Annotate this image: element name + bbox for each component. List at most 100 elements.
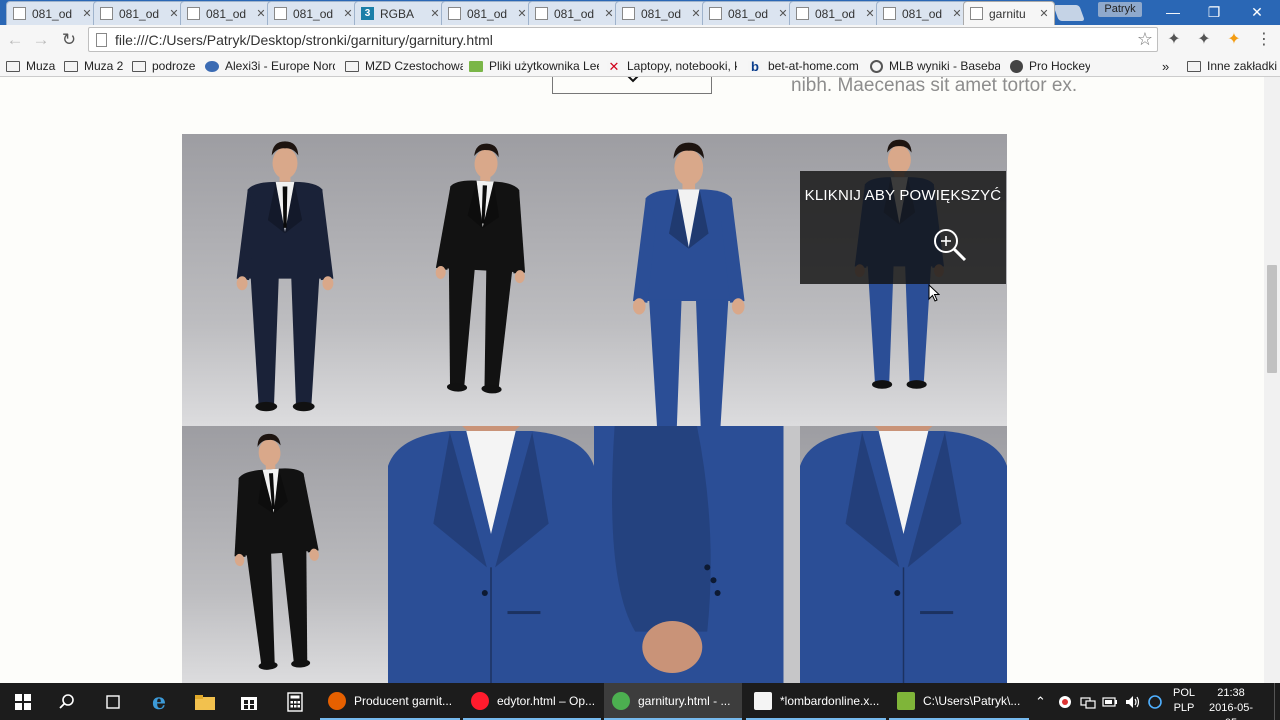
task-view-icon[interactable] — [90, 683, 136, 720]
bookmark-star-icon[interactable]: ☆ — [1137, 29, 1153, 50]
overlay-caption: KLIKNIJ ABY POWIĘKSZYĆ — [804, 187, 1002, 204]
tab-9[interactable]: 081_od ✕ — [789, 1, 881, 25]
tab-2[interactable]: 081_od ✕ — [180, 1, 272, 25]
bookmark-item[interactable]: Muza — [6, 58, 58, 74]
network-icon[interactable] — [1080, 683, 1096, 720]
close-tab-icon[interactable]: ✕ — [516, 7, 528, 20]
close-tab-icon[interactable]: ✕ — [864, 7, 876, 20]
document-icon — [13, 7, 26, 20]
close-tab-icon[interactable]: ✕ — [81, 7, 93, 20]
back-icon[interactable]: ← — [4, 29, 26, 51]
address-bar[interactable]: file:///C:/Users/Patryk/Desktop/stronki/… — [88, 27, 1158, 52]
opera-icon — [471, 691, 489, 710]
bookmark-item[interactable]: podroze — [132, 58, 198, 74]
bookmark-label: Muza — [26, 59, 56, 73]
page-viewport: nibh. Maecenas sit amet tortor ex. KLIKN… — [0, 77, 1264, 683]
close-tab-icon[interactable]: ✕ — [690, 7, 702, 20]
taskbar-app[interactable]: edytor.html – Op... — [463, 683, 601, 720]
gallery-tile[interactable] — [388, 426, 594, 683]
close-tab-icon[interactable]: ✕ — [255, 7, 267, 20]
tab-label: 081_od — [815, 6, 856, 21]
gallery-tile[interactable] — [594, 426, 800, 683]
close-tab-icon[interactable]: ✕ — [342, 7, 354, 20]
extension-icon[interactable]: ✦ — [1224, 30, 1244, 50]
taskbar-app[interactable]: garnitury.html - ... — [604, 683, 742, 720]
show-desktop-button[interactable] — [1274, 683, 1280, 720]
close-tab-icon[interactable]: ✕ — [168, 7, 180, 20]
expand-button[interactable] — [552, 77, 712, 94]
suit-photo — [182, 426, 388, 683]
tab-11[interactable]: garnitu ✕ — [963, 1, 1055, 25]
edge-tray-icon[interactable] — [1148, 683, 1164, 720]
language-indicator[interactable]: POL PLP — [1170, 686, 1198, 716]
gallery-tile[interactable] — [388, 134, 594, 426]
zoom-overlay[interactable]: KLIKNIJ ABY POWIĘKSZYĆ — [800, 171, 1006, 284]
bookmark-item[interactable]: b bet-at-home.com — [748, 58, 862, 74]
close-tab-icon[interactable]: ✕ — [429, 7, 441, 20]
search-icon[interactable] — [44, 683, 90, 720]
close-tab-icon[interactable]: ✕ — [777, 7, 789, 20]
suit-photo — [388, 134, 594, 426]
new-tab-button[interactable] — [1053, 5, 1085, 21]
document-icon — [796, 7, 809, 20]
taskbar-app[interactable]: *lombardonline.x... — [746, 683, 886, 720]
bookmark-item[interactable]: Muza 2 — [64, 58, 124, 74]
clock[interactable]: 21:38 2016-05-05 — [1208, 686, 1254, 720]
tab-0[interactable]: 081_od ✕ — [6, 1, 98, 25]
chevron-up-icon[interactable]: ⌃ — [1035, 683, 1051, 720]
store-icon[interactable] — [226, 683, 272, 720]
bookmarks-overflow-icon[interactable]: » — [1162, 58, 1176, 74]
extension-puzzle-icon[interactable]: ✦ — [1164, 30, 1184, 50]
scrollbar-thumb[interactable] — [1267, 265, 1277, 373]
bookmark-item[interactable]: MLB wyniki - Basebal — [870, 58, 1000, 74]
gallery-tile[interactable] — [594, 134, 800, 426]
battery-icon[interactable] — [1102, 683, 1118, 720]
forward-icon[interactable]: → — [30, 29, 52, 51]
bookmark-label: Laptopy, notebooki, k — [627, 59, 737, 73]
extension-puzzle-icon[interactable]: ✦ — [1194, 30, 1214, 50]
tab-5[interactable]: 081_od ✕ — [441, 1, 533, 25]
tab-6[interactable]: 081_od ✕ — [528, 1, 620, 25]
close-window-icon[interactable]: ✕ — [1236, 0, 1278, 24]
bookmark-item[interactable]: MZD Czestochowa — [345, 58, 463, 74]
windows-start-icon[interactable] — [0, 683, 46, 720]
close-tab-icon[interactable]: ✕ — [951, 7, 963, 20]
bookmark-item[interactable]: Alexi3i - Europe Nord — [205, 58, 335, 74]
bookmark-item[interactable]: Pro Hockey — [1010, 58, 1090, 74]
folder-icon — [1187, 60, 1201, 72]
profile-button[interactable]: Patryk — [1098, 2, 1142, 17]
gallery-tile[interactable] — [800, 426, 1007, 683]
bookmark-item[interactable]: Pliki użytkownika Lee — [469, 58, 599, 74]
file-explorer-icon[interactable] — [182, 683, 228, 720]
taskbar-app[interactable]: C:\Users\Patryk\... — [889, 683, 1029, 720]
volume-icon[interactable] — [1125, 683, 1141, 720]
minimize-icon[interactable]: — — [1152, 0, 1194, 24]
calculator-icon[interactable] — [272, 683, 318, 720]
close-tab-icon[interactable]: ✕ — [603, 7, 615, 20]
tab-3[interactable]: 081_od ✕ — [267, 1, 359, 25]
scrollbar[interactable] — [1264, 77, 1280, 683]
gallery-tile[interactable] — [182, 426, 388, 683]
menu-icon[interactable]: ⋮ — [1254, 30, 1274, 50]
edge-icon[interactable]: e — [136, 683, 182, 720]
reload-icon[interactable]: ↻ — [58, 29, 80, 51]
tab-1[interactable]: 081_od ✕ — [93, 1, 185, 25]
gallery-tile[interactable]: KLIKNIJ ABY POWIĘKSZYĆ — [800, 134, 1007, 426]
bookmark-label: Pro Hockey — [1029, 59, 1090, 73]
tab-8[interactable]: 081_od ✕ — [702, 1, 794, 25]
restore-icon[interactable]: ❐ — [1193, 0, 1235, 24]
alexi-icon — [205, 60, 219, 72]
url-text[interactable]: file:///C:/Users/Patryk/Desktop/stronki/… — [115, 32, 1137, 48]
b-icon: b — [748, 60, 762, 73]
taskbar-app[interactable]: Producent garnit... — [320, 683, 460, 720]
gallery-tile[interactable] — [182, 134, 388, 426]
tab-10[interactable]: 081_od ✕ — [876, 1, 968, 25]
green-icon — [469, 60, 483, 72]
close-tab-icon[interactable]: ✕ — [1038, 7, 1050, 20]
bookmark-item[interactable]: ✕ Laptopy, notebooki, k — [607, 58, 737, 74]
tray-app-icon[interactable] — [1058, 683, 1074, 720]
bookmark-label: Alexi3i - Europe Nord — [225, 59, 335, 73]
other-bookmarks[interactable]: Inne zakładki — [1187, 58, 1277, 74]
tab-4[interactable]: 3 RGBA ✕ — [354, 1, 446, 25]
tab-7[interactable]: 081_od ✕ — [615, 1, 707, 25]
